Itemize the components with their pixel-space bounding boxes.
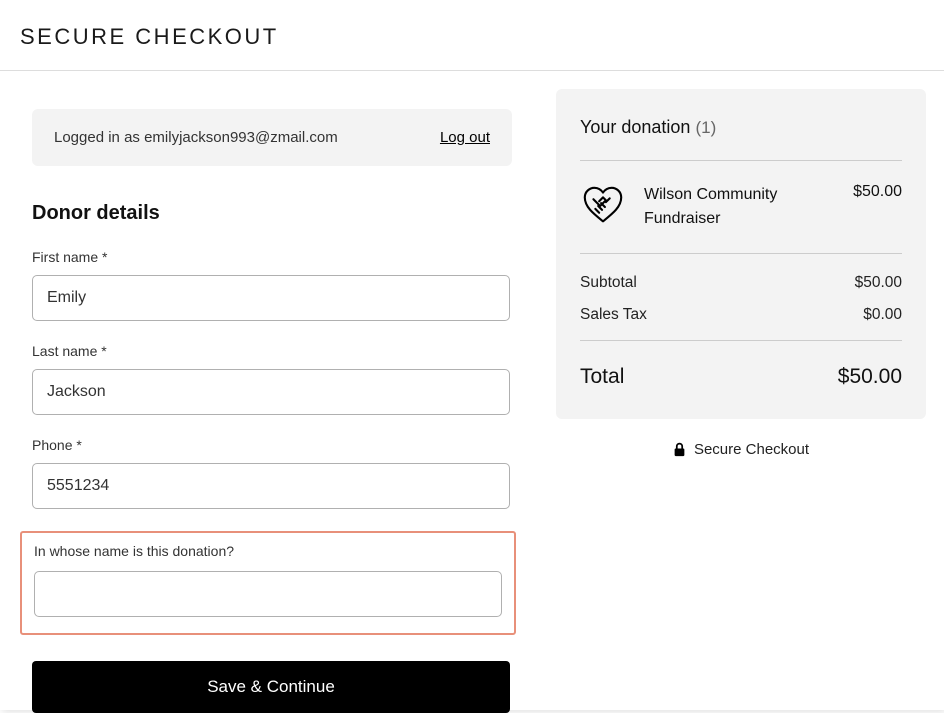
first-name-label: First name * — [32, 249, 512, 265]
subtotal-label: Subtotal — [580, 274, 637, 292]
last-name-input[interactable] — [32, 369, 510, 415]
page-header: SECURE CHECKOUT — [0, 0, 944, 71]
donation-line-item: Wilson Community Fundraiser $50.00 — [580, 161, 902, 253]
first-name-input[interactable] — [32, 275, 510, 321]
logged-in-bar: Logged in as emilyjackson993@zmail.com L… — [32, 109, 512, 166]
handshake-heart-icon — [580, 183, 626, 229]
phone-group: Phone * — [32, 437, 512, 509]
secure-checkout-label: Secure Checkout — [694, 441, 809, 458]
first-name-group: First name * — [32, 249, 512, 321]
tax-label: Sales Tax — [580, 306, 647, 324]
tax-value: $0.00 — [863, 306, 902, 324]
lock-icon — [673, 442, 686, 457]
secure-checkout-footer: Secure Checkout — [556, 441, 926, 458]
honoree-input[interactable] — [34, 571, 502, 617]
phone-label: Phone * — [32, 437, 512, 453]
total-label: Total — [580, 365, 624, 389]
summary-title: Your donation (1) — [580, 117, 902, 138]
summary-count: (1) — [695, 118, 716, 137]
tax-line: Sales Tax $0.00 — [580, 306, 902, 324]
donation-summary-card: Your donation (1) — [556, 89, 926, 419]
logged-in-prefix: Logged in as — [54, 129, 144, 146]
page-title: SECURE CHECKOUT — [20, 24, 924, 50]
subtotal-value: $50.00 — [855, 274, 902, 292]
total-line: Total $50.00 — [580, 340, 902, 389]
honoree-label: In whose name is this donation? — [34, 543, 502, 559]
logout-link[interactable]: Log out — [440, 129, 490, 146]
logged-in-text: Logged in as emilyjackson993@zmail.com — [54, 129, 338, 146]
honoree-group: In whose name is this donation? — [20, 531, 516, 635]
subtotal-line: Subtotal $50.00 — [580, 274, 902, 292]
total-value: $50.00 — [838, 365, 902, 389]
save-continue-button[interactable]: Save & Continue — [32, 661, 510, 713]
logged-in-email: emilyjackson993@zmail.com — [144, 129, 338, 146]
phone-input[interactable] — [32, 463, 510, 509]
last-name-group: Last name * — [32, 343, 512, 415]
last-name-label: Last name * — [32, 343, 512, 359]
donation-item-name: Wilson Community Fundraiser — [644, 183, 835, 231]
donor-details-title: Donor details — [32, 202, 512, 225]
donation-item-amount: $50.00 — [853, 183, 902, 201]
summary-title-text: Your donation — [580, 117, 690, 137]
